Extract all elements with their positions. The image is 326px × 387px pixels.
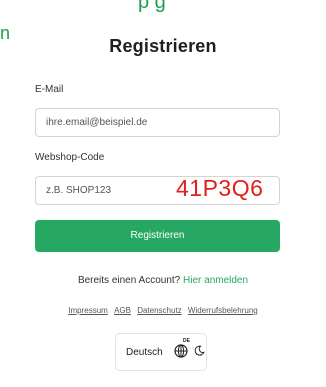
footer-link-agb[interactable]: AGB [114,306,131,315]
language-switcher[interactable]: Deutsch DE [115,333,207,371]
language-label: Deutsch [126,347,163,358]
login-prompt: Bereits einen Account? Hier anmelden [0,275,326,286]
registration-page: p g n Registrieren E-Mail ihre.email@bei… [0,0,326,387]
webshop-code-label: Webshop-Code [35,152,105,163]
language-code: DE [183,338,190,344]
theme-toggle-icon[interactable] [194,345,205,356]
footer-links: Impressum AGB Datenschutz Widerrufsbeleh… [0,306,326,315]
register-button[interactable]: Registrieren [35,220,280,252]
login-prompt-text: Bereits einen Account? [77,275,181,286]
cropped-header-text: p g n [0,0,326,43]
globe-icon[interactable] [174,344,188,358]
footer-link-impressum[interactable]: Impressum [68,306,108,315]
email-field[interactable]: ihre.email@beispiel.de [35,108,280,137]
webshop-code-field[interactable]: z.B. SHOP123 [35,176,280,205]
cropped-text-fragment: p g [138,0,166,13]
footer-link-widerrufsbelehrung[interactable]: Widerrufsbelehrung [188,306,258,315]
footer-link-datenschutz[interactable]: Datenschutz [137,306,181,315]
email-label: E-Mail [35,84,64,95]
page-title: Registrieren [109,36,217,56]
login-link[interactable]: Hier anmelden [183,275,248,286]
